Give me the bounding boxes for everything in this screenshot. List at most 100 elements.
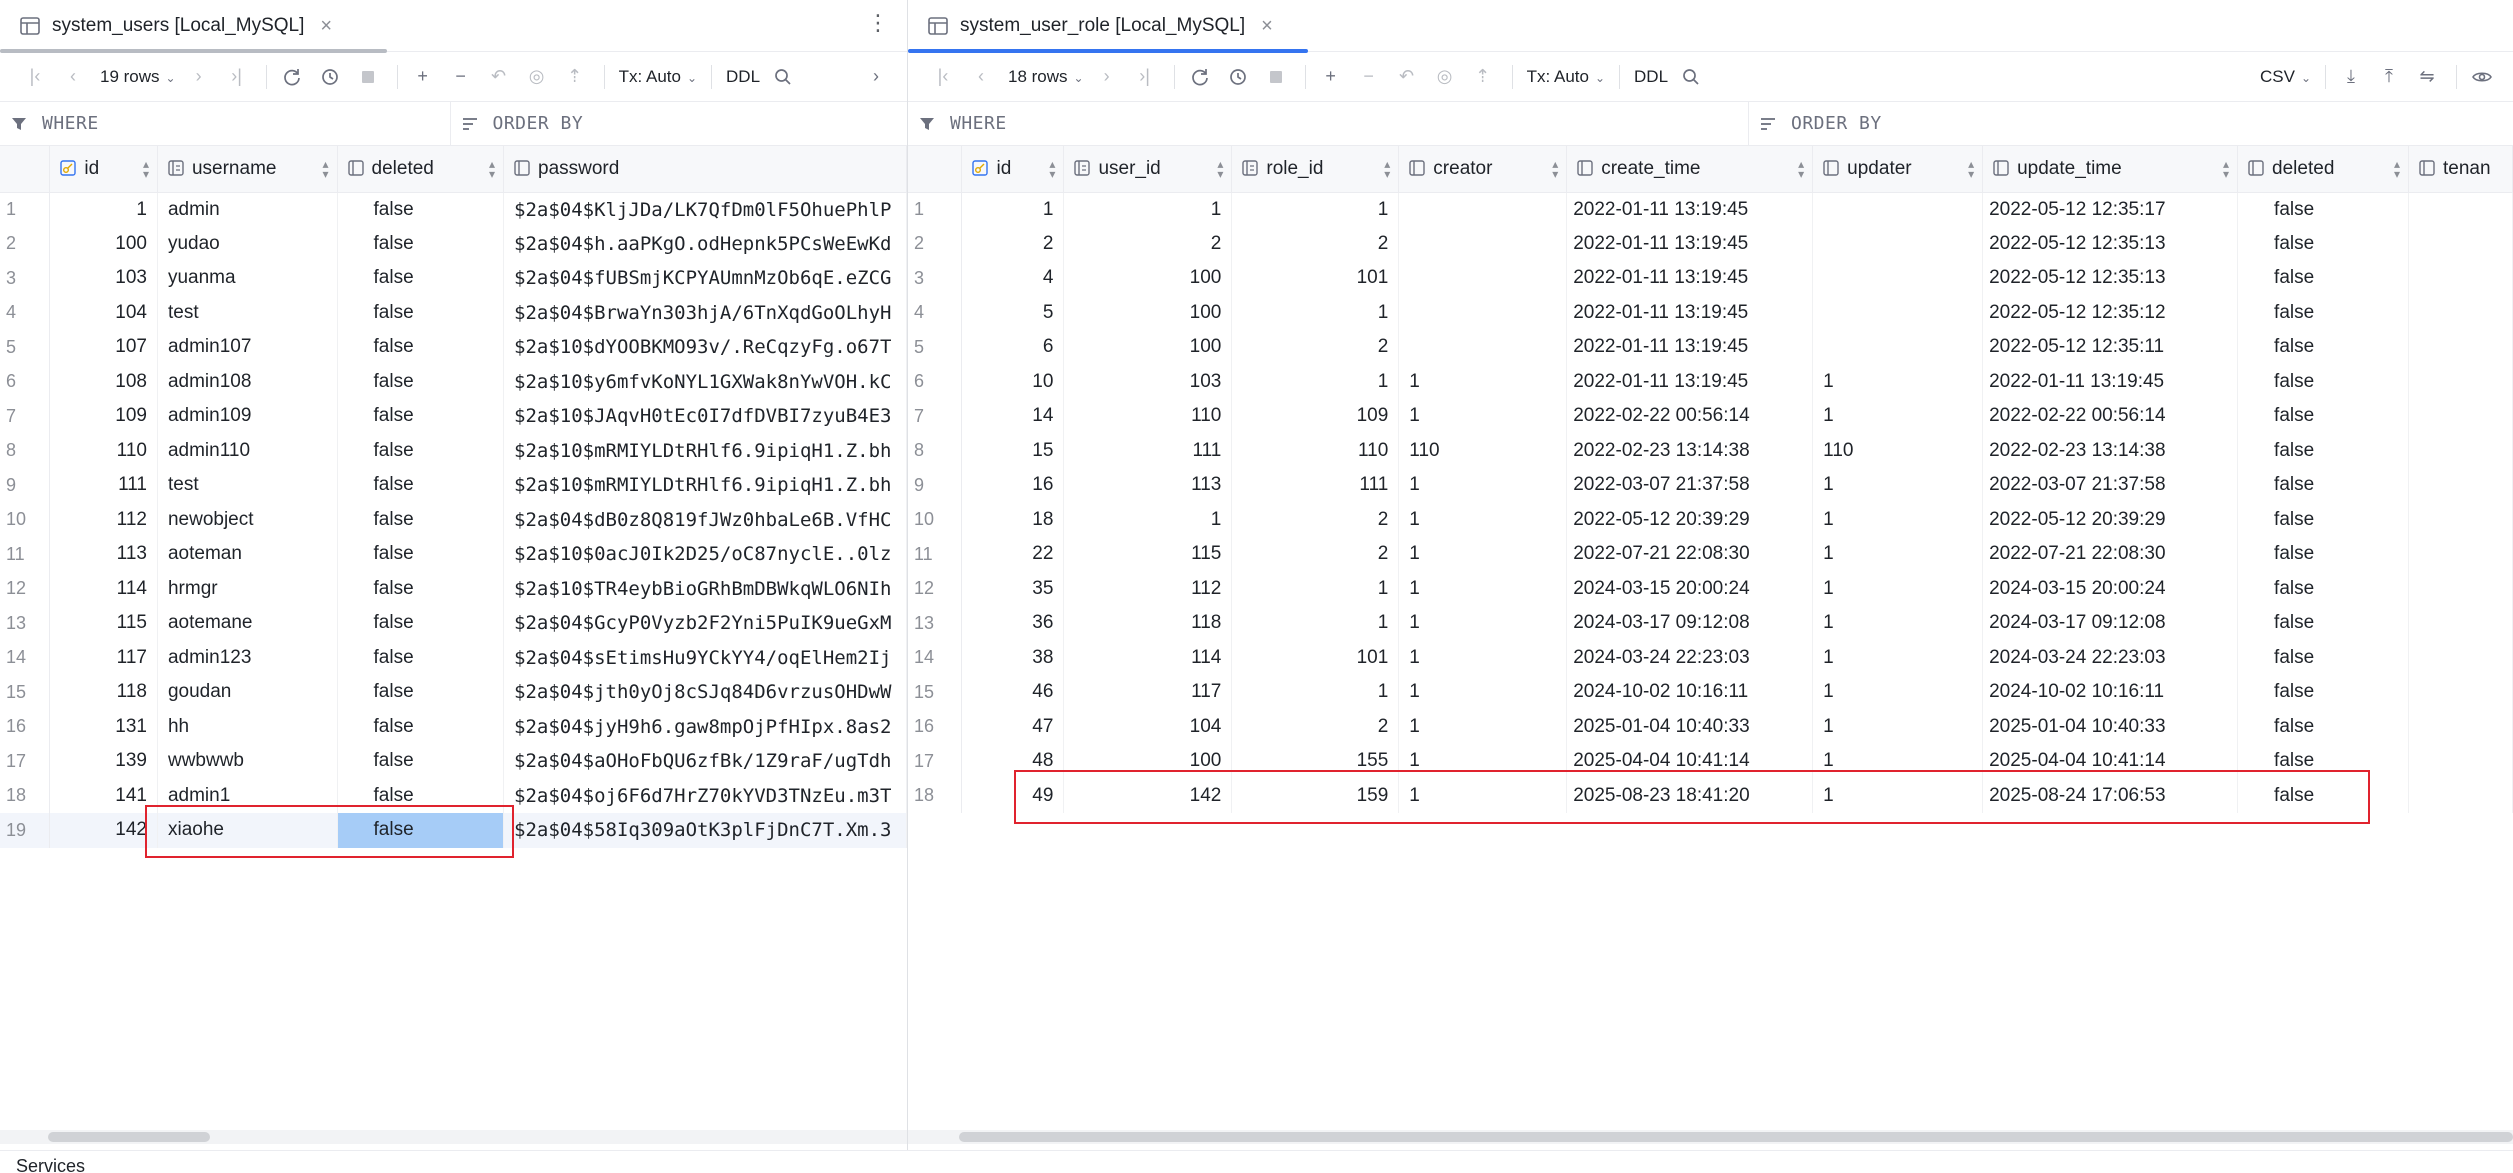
stop-icon[interactable]	[1259, 61, 1293, 93]
table-row[interactable]: 13 36 118 1 1 2024-03-17 09:12:08 1 2024-03-17 …	[908, 606, 2513, 641]
table-cell-tenan[interactable]	[2408, 433, 2513, 468]
sort-arrows-icon[interactable]: ▴ ▾	[1552, 158, 1558, 180]
table-cell-id[interactable]: 1	[961, 192, 1065, 227]
column-header-id[interactable]: id ▴ ▾	[961, 146, 1065, 193]
table-cell-id[interactable]: 48	[961, 744, 1065, 779]
sort-arrows-icon[interactable]: ▴ ▾	[1968, 158, 1974, 180]
table-cell-deleted[interactable]: false	[2237, 537, 2409, 572]
sort-arrows-icon[interactable]: ▴ ▾	[1384, 158, 1390, 180]
table-cell-deleted[interactable]: false	[337, 813, 505, 848]
table-cell-deleted[interactable]: false	[337, 537, 505, 572]
table-cell-create-time[interactable]: 2022-01-11 13:19:45	[1566, 330, 1814, 365]
table-row[interactable]: 8 110 admin110 false $2a$10$mRMIYLDtRHlf6.9i…	[0, 433, 907, 468]
table-cell-update-time[interactable]: 2024-03-24 22:23:03	[1982, 640, 2239, 675]
table-cell-updater[interactable]: 1	[1812, 571, 1984, 606]
table-cell-update-time[interactable]: 2022-05-12 20:39:29	[1982, 502, 2239, 537]
sort-arrows-icon[interactable]: ▴ ▾	[2223, 158, 2229, 180]
table-cell-id[interactable]: 141	[49, 778, 158, 813]
table-row[interactable]: 7 109 admin109 false $2a$10$JAqvH0tEc0I7dfDV…	[0, 399, 907, 434]
preview-changes-icon[interactable]: ◎	[1428, 61, 1462, 93]
where-filter-input[interactable]: WHERE	[908, 102, 1748, 146]
chevron-right-icon[interactable]: ›	[859, 61, 893, 93]
table-cell-user-id[interactable]: 104	[1063, 709, 1233, 744]
table-cell-id[interactable]: 111	[49, 468, 158, 503]
table-row[interactable]: 17 139 wwbwwb false $2a$04$aOHoFbQU6zfBk/1Z9…	[0, 744, 907, 779]
table-cell-user-id[interactable]: 142	[1063, 778, 1233, 813]
table-cell-user-id[interactable]: 113	[1063, 468, 1233, 503]
table-cell-update-time[interactable]: 2022-07-21 22:08:30	[1982, 537, 2239, 572]
table-cell-deleted[interactable]: false	[2237, 744, 2409, 779]
table-cell-password[interactable]: $2a$04$h.aaPKgO.odHepnk5PCsWeEwKd	[503, 226, 907, 261]
table-cell-id[interactable]: 36	[961, 606, 1065, 641]
table-cell-deleted[interactable]: false	[2237, 226, 2409, 261]
table-cell-tenan[interactable]	[2408, 675, 2513, 710]
submit-icon[interactable]: ⇡	[1466, 61, 1500, 93]
table-cell-role-id[interactable]: 2	[1231, 330, 1400, 365]
table-cell-create-time[interactable]: 2022-01-11 13:19:45	[1566, 261, 1814, 296]
table-cell-password[interactable]: $2a$10$0acJ0Ik2D25/oC87nyclE..0lz	[503, 537, 907, 572]
table-cell-username[interactable]: newobject	[157, 502, 338, 537]
table-row[interactable]: 15 118 goudan false $2a$04$jth0yOj8cSJq84D6v…	[0, 675, 907, 710]
upload-icon[interactable]: ⤒	[2372, 61, 2406, 93]
table-cell-deleted[interactable]: false	[2237, 675, 2409, 710]
scrollbar-thumb[interactable]	[48, 1132, 210, 1142]
table-cell-username[interactable]: aoteman	[157, 537, 338, 572]
table-cell-user-id[interactable]: 103	[1063, 364, 1233, 399]
refresh-icon[interactable]	[275, 61, 309, 93]
table-cell-creator[interactable]: 1	[1398, 744, 1568, 779]
table-cell-role-id[interactable]: 1	[1231, 675, 1400, 710]
sort-arrows-icon[interactable]: ▴ ▾	[1798, 158, 1804, 180]
add-row-icon[interactable]: +	[406, 61, 440, 93]
table-cell-deleted[interactable]: false	[2237, 295, 2409, 330]
table-cell-id[interactable]: 22	[961, 537, 1065, 572]
table-cell-id[interactable]: 46	[961, 675, 1065, 710]
table-cell-creator[interactable]: 1	[1398, 606, 1568, 641]
table-cell-username[interactable]: admin	[157, 192, 338, 227]
table-cell-updater[interactable]	[1812, 330, 1984, 365]
table-cell-id[interactable]: 108	[49, 364, 158, 399]
right-horizontal-scrollbar[interactable]	[908, 1130, 2513, 1144]
table-cell-id[interactable]: 115	[49, 606, 158, 641]
table-cell-id[interactable]: 1	[49, 192, 158, 227]
table-row[interactable]: 9 111 test false $2a$10$mRMIYLDtRHlf6.9ipiqH…	[0, 468, 907, 503]
table-cell-creator[interactable]: 1	[1398, 675, 1568, 710]
table-cell-creator[interactable]: 1	[1398, 640, 1568, 675]
table-cell-username[interactable]: hrmgr	[157, 571, 338, 606]
table-cell-updater[interactable]: 1	[1812, 537, 1984, 572]
table-cell-tenan[interactable]	[2408, 606, 2513, 641]
compare-icon[interactable]: ⇋	[2410, 61, 2444, 93]
stop-icon[interactable]	[351, 61, 385, 93]
table-cell-role-id[interactable]: 159	[1231, 778, 1400, 813]
table-cell-user-id[interactable]: 100	[1063, 295, 1233, 330]
table-cell-id[interactable]: 114	[49, 571, 158, 606]
table-cell-create-time[interactable]: 2025-08-23 18:41:20	[1566, 778, 1814, 813]
table-cell-password[interactable]: $2a$04$58Iq309aOtK3plFjDnC7T.Xm.3	[503, 813, 907, 848]
table-cell-role-id[interactable]: 1	[1231, 192, 1400, 227]
table-cell-id[interactable]: 113	[49, 537, 158, 572]
table-cell-id[interactable]: 38	[961, 640, 1065, 675]
table-cell-password[interactable]: $2a$04$jyH9h6.gaw8mpOjPfHIpx.8as2	[503, 709, 907, 744]
table-row[interactable]: 2 2 2 2 2022-01-11 13:19:45 2022-05-12 12:35:…	[908, 226, 2513, 261]
table-cell-role-id[interactable]: 1	[1231, 295, 1400, 330]
table-row[interactable]: 15 46 117 1 1 2024-10-02 10:16:11 1 2024-10-02 …	[908, 675, 2513, 710]
table-cell-update-time[interactable]: 2025-08-24 17:06:53	[1982, 778, 2239, 813]
column-header-deleted[interactable]: deleted ▴ ▾	[337, 146, 505, 193]
table-cell-user-id[interactable]: 1	[1063, 192, 1233, 227]
where-filter-input[interactable]: WHERE	[0, 102, 450, 146]
table-row[interactable]: 14 117 admin123 false $2a$04$sEtimsHu9YCkYY4…	[0, 640, 907, 675]
table-row[interactable]: 8 15 111 110 110 2022-02-23 13:14:38 110 2022-0…	[908, 433, 2513, 468]
table-cell-username[interactable]: test	[157, 295, 338, 330]
table-cell-role-id[interactable]: 2	[1231, 537, 1400, 572]
table-cell-creator[interactable]	[1398, 226, 1568, 261]
table-cell-creator[interactable]: 1	[1398, 399, 1568, 434]
table-row[interactable]: 12 35 112 1 1 2024-03-15 20:00:24 1 2024-03-15 …	[908, 571, 2513, 606]
table-cell-password[interactable]: $2a$04$oj6F6d7HrZ70kYVD3TNzEu.m3T	[503, 778, 907, 813]
table-cell-deleted[interactable]: false	[337, 261, 505, 296]
column-header-user-id[interactable]: user_id ▴ ▾	[1063, 146, 1233, 193]
first-page-icon[interactable]: |‹	[926, 61, 960, 93]
table-cell-id[interactable]: 100	[49, 226, 158, 261]
table-row[interactable]: 6 108 admin108 false $2a$10$y6mfvKoNYL1GXWak…	[0, 364, 907, 399]
table-row[interactable]: 10 112 newobject false $2a$04$dB0z8Q819fJWz0…	[0, 502, 907, 537]
table-cell-tenan[interactable]	[2408, 537, 2513, 572]
prev-page-icon[interactable]: ‹	[56, 61, 90, 93]
